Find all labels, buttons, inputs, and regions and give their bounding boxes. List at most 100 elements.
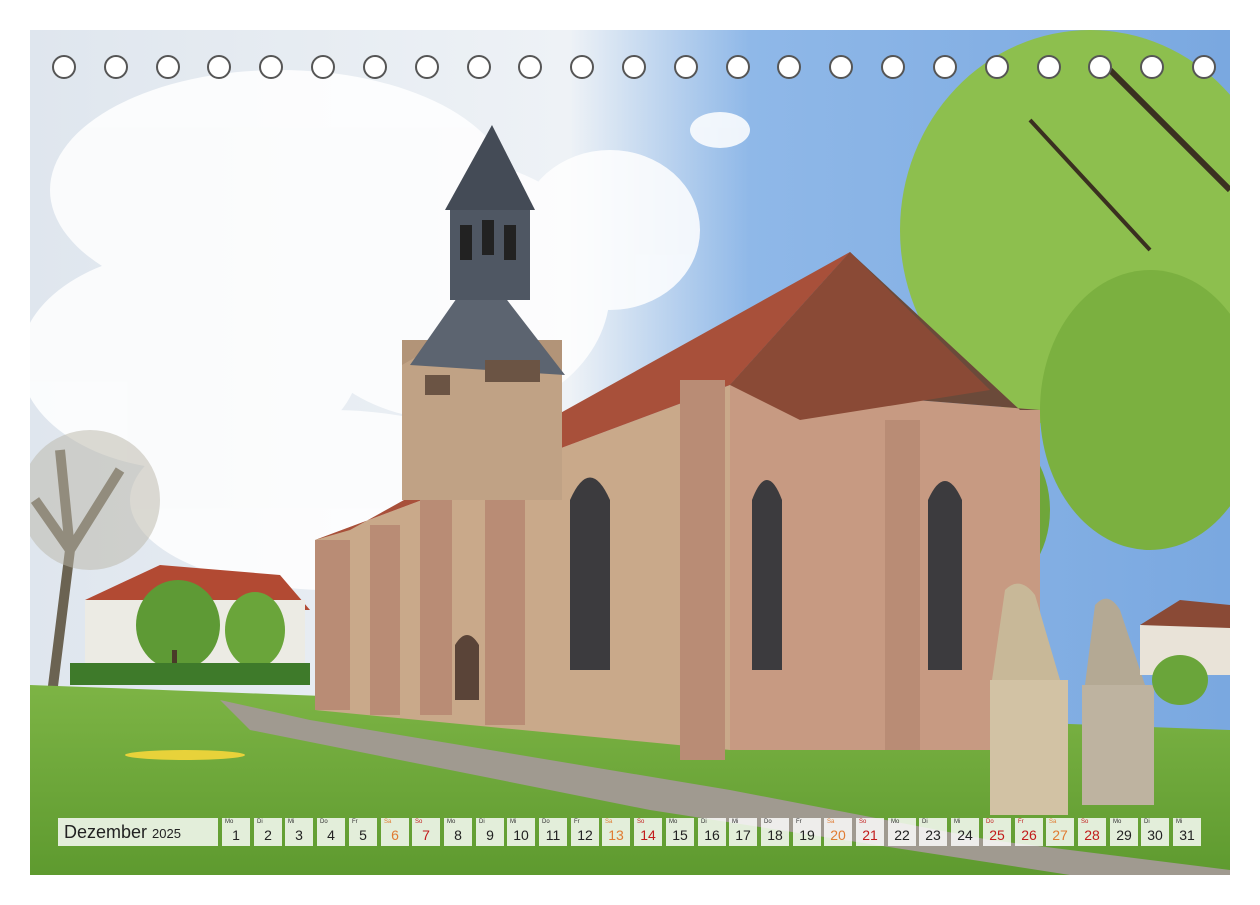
day-number: 24: [957, 827, 973, 843]
binding-hole: [933, 55, 957, 79]
binding-hole: [674, 55, 698, 79]
day-weekday: Sa: [827, 819, 835, 825]
day-weekday: Mi: [732, 819, 739, 825]
day-number: 13: [608, 827, 624, 843]
binding-hole: [207, 55, 231, 79]
day-weekday: Fr: [574, 819, 580, 825]
day-number: 17: [735, 827, 751, 843]
day-cell: Fr 5: [349, 818, 377, 846]
day-weekday: Fr: [796, 819, 802, 825]
day-weekday: Mo: [891, 819, 900, 825]
day-weekday: Di: [257, 819, 263, 825]
day-weekday: Do: [542, 819, 550, 825]
day-number: 26: [1021, 827, 1037, 843]
month-name: Dezember: [64, 821, 148, 842]
day-cell: Di 30: [1141, 818, 1169, 846]
binding-hole: [726, 55, 750, 79]
day-number: 22: [894, 827, 910, 843]
day-weekday: Di: [922, 819, 928, 825]
binding-hole: [777, 55, 801, 79]
binding-hole: [570, 55, 594, 79]
day-cell: Fr 19: [793, 818, 821, 846]
binding-hole: [52, 55, 76, 79]
day-cell: So 28: [1078, 818, 1106, 846]
day-cell: Mi 10: [507, 818, 535, 846]
day-weekday: Do: [764, 819, 772, 825]
day-weekday: Do: [986, 819, 994, 825]
day-cell: Mo 8: [444, 818, 472, 846]
day-number: 10: [513, 827, 529, 843]
day-weekday: So: [859, 819, 867, 825]
day-weekday: Mo: [1113, 819, 1122, 825]
day-number: 11: [545, 827, 561, 843]
day-cell: Do 18: [761, 818, 789, 846]
day-number: 5: [359, 827, 367, 843]
day-cell: Do 11: [539, 818, 567, 846]
day-cell: Mo 1: [222, 818, 250, 846]
day-weekday: Mo: [447, 819, 456, 825]
day-number: 21: [862, 827, 878, 843]
day-cell: Mi 24: [951, 818, 979, 846]
day-number: 23: [925, 827, 941, 843]
binding-hole: [1088, 55, 1112, 79]
binding-hole: [363, 55, 387, 79]
calendar-strip: Dezember 2025 Mo 1 Di 2 Mi 3 Do 4 Fr 5 Sa 6 So 7 Mo 8 Di…: [58, 818, 1203, 846]
church-scene: [30, 30, 1230, 875]
binding-hole: [415, 55, 439, 79]
binding-hole: [311, 55, 335, 79]
day-number: 31: [1179, 827, 1195, 843]
binding-hole: [1037, 55, 1061, 79]
day-weekday: Sa: [1049, 819, 1057, 825]
day-number: 9: [486, 827, 494, 843]
binding-hole: [104, 55, 128, 79]
day-cell: Mo 15: [666, 818, 694, 846]
binding-hole: [156, 55, 180, 79]
day-number: 12: [577, 827, 593, 843]
day-cell: Sa 13: [602, 818, 630, 846]
day-number: 8: [454, 827, 462, 843]
binding-hole: [467, 55, 491, 79]
day-cell: Di 2: [254, 818, 282, 846]
day-weekday: Mi: [1176, 819, 1183, 825]
day-weekday: Di: [701, 819, 707, 825]
day-weekday: So: [637, 819, 645, 825]
day-weekday: So: [1081, 819, 1089, 825]
binding-hole: [1192, 55, 1216, 79]
day-weekday: Di: [479, 819, 485, 825]
day-number: 1: [232, 827, 240, 843]
day-cell: Mi 3: [285, 818, 313, 846]
day-cell: Di 9: [476, 818, 504, 846]
day-number: 19: [799, 827, 815, 843]
day-cell: Sa 20: [824, 818, 852, 846]
day-number: 15: [672, 827, 688, 843]
calendar-page: Dezember 2025 Mo 1 Di 2 Mi 3 Do 4 Fr 5 Sa 6 So 7 Mo 8 Di…: [0, 0, 1260, 905]
day-number: 18: [767, 827, 783, 843]
flowers: [125, 750, 245, 760]
day-number: 25: [989, 827, 1005, 843]
day-cell: Sa 27: [1046, 818, 1074, 846]
day-cell: So 21: [856, 818, 884, 846]
binding-hole: [1140, 55, 1164, 79]
month-year: 2025: [152, 826, 181, 841]
day-number: 29: [1116, 827, 1132, 843]
binding-hole: [518, 55, 542, 79]
day-number: 30: [1147, 827, 1163, 843]
day-cell: Sa 6: [381, 818, 409, 846]
day-cell: Mo 22: [888, 818, 916, 846]
binding-hole: [881, 55, 905, 79]
day-cell: Do 25: [983, 818, 1011, 846]
day-weekday: So: [415, 819, 423, 825]
day-cell: Di 16: [698, 818, 726, 846]
day-cell: Di 23: [919, 818, 947, 846]
day-weekday: Mo: [225, 819, 234, 825]
day-weekday: Mi: [510, 819, 517, 825]
day-number: 7: [422, 827, 430, 843]
day-weekday: Mi: [288, 819, 295, 825]
day-number: 28: [1084, 827, 1100, 843]
day-number: 4: [327, 827, 335, 843]
day-number: 3: [295, 827, 303, 843]
church-photo: [30, 30, 1230, 875]
day-cell: Do 4: [317, 818, 345, 846]
day-number: 6: [391, 827, 399, 843]
day-weekday: Sa: [605, 819, 613, 825]
